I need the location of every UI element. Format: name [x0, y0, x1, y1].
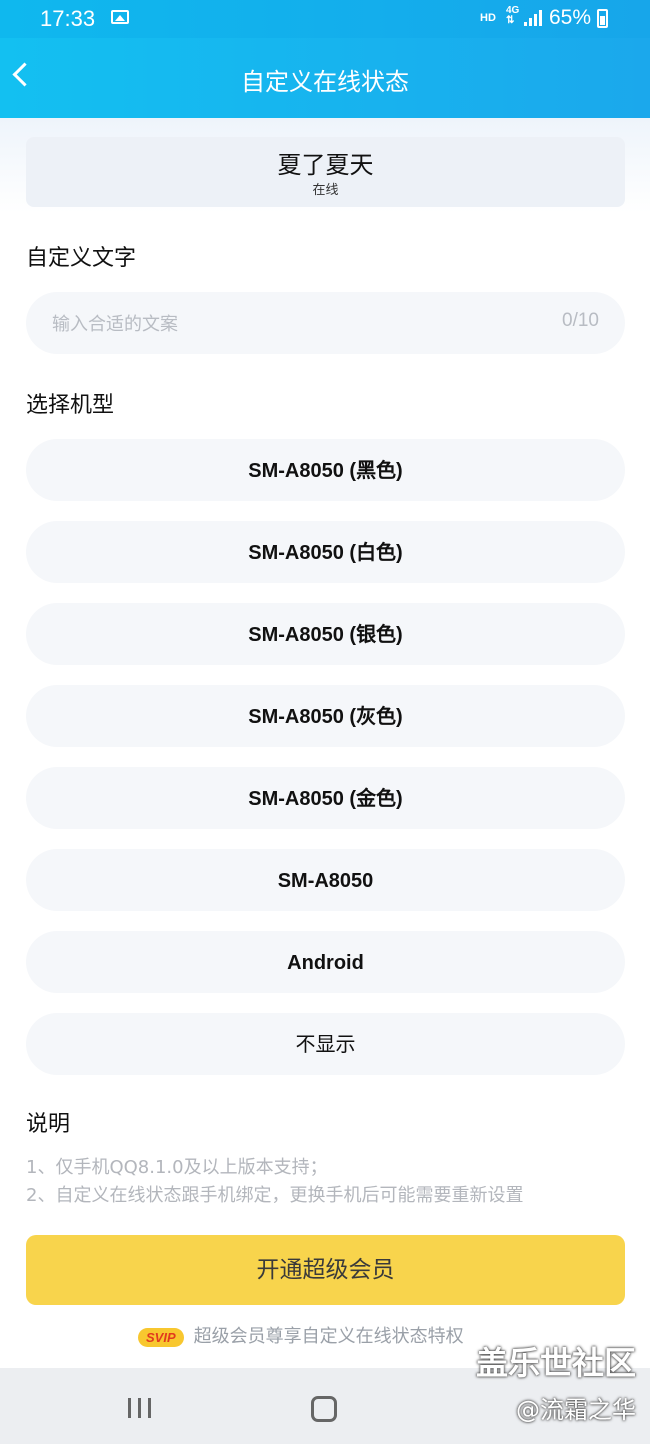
- signal-icon: [524, 10, 542, 26]
- model-option-label: SM-A8050 (黑色): [248, 460, 403, 482]
- battery-icon: [597, 9, 608, 28]
- model-option-label: SM-A8050 (金色): [248, 788, 403, 810]
- watermark-community: 盖乐世社区: [475, 1344, 636, 1382]
- custom-text-input[interactable]: [50, 292, 524, 356]
- network-type: 4G ⇅: [506, 5, 520, 26]
- model-heading: 选择机型: [26, 393, 115, 418]
- status-bar: 17:33 HD 4G ⇅ 65%: [0, 0, 650, 38]
- model-option-gray[interactable]: SM-A8050 (灰色): [26, 685, 625, 747]
- battery-level: 65%: [549, 6, 592, 29]
- profile-name: 夏了夏天: [277, 151, 374, 179]
- status-time: 17:33: [40, 6, 96, 31]
- network-type-label: 4G: [506, 5, 520, 16]
- model-option-label: SM-A8050 (灰色): [248, 706, 403, 728]
- model-option-label: Android: [287, 952, 364, 974]
- model-option-hide[interactable]: 不显示: [26, 1013, 625, 1075]
- open-svip-button[interactable]: 开通超级会员: [26, 1235, 625, 1305]
- model-option-silver[interactable]: SM-A8050 (银色): [26, 603, 625, 665]
- profile-preview-card: 夏了夏天 在线: [26, 137, 625, 207]
- svip-note: SVIP 超级会员尊享自定义在线状态特权: [138, 1322, 464, 1348]
- model-option-black[interactable]: SM-A8050 (黑色): [26, 439, 625, 501]
- svip-note-text: 超级会员尊享自定义在线状态特权: [193, 1326, 464, 1347]
- profile-status: 在线: [312, 183, 339, 198]
- hd-voice-indicator: HD: [480, 12, 496, 24]
- page-title: 自定义在线状态: [241, 68, 409, 96]
- navigation-bar: 自定义在线状态: [0, 38, 650, 118]
- model-option-gold[interactable]: SM-A8050 (金色): [26, 767, 625, 829]
- description-line: 2、自定义在线状态跟手机绑定，更换手机后可能需要重新设置: [26, 1185, 524, 1206]
- custom-text-field[interactable]: 0/10: [26, 292, 625, 356]
- gallery-notification-icon: [111, 10, 129, 24]
- description-heading: 说明: [26, 1112, 71, 1137]
- model-option-label: SM-A8050 (白色): [248, 542, 403, 564]
- custom-text-heading: 自定义文字: [26, 246, 137, 271]
- svip-badge: SVIP: [138, 1327, 184, 1347]
- model-option-label: SM-A8050 (银色): [248, 624, 403, 646]
- model-option-plain[interactable]: SM-A8050: [26, 849, 625, 911]
- model-option-label: SM-A8050: [277, 870, 374, 892]
- char-counter: 0/10: [562, 310, 599, 331]
- description-line: 1、仅手机QQ8.1.0及以上版本支持；: [26, 1157, 328, 1178]
- description-fade: [0, 1205, 650, 1235]
- model-option-label: 不显示: [295, 1032, 356, 1056]
- home-icon[interactable]: [311, 1396, 337, 1422]
- model-option-android[interactable]: Android: [26, 931, 625, 993]
- recents-icon[interactable]: [128, 1398, 152, 1418]
- model-option-white[interactable]: SM-A8050 (白色): [26, 521, 625, 583]
- watermark-author: @流霜之华: [516, 1396, 636, 1424]
